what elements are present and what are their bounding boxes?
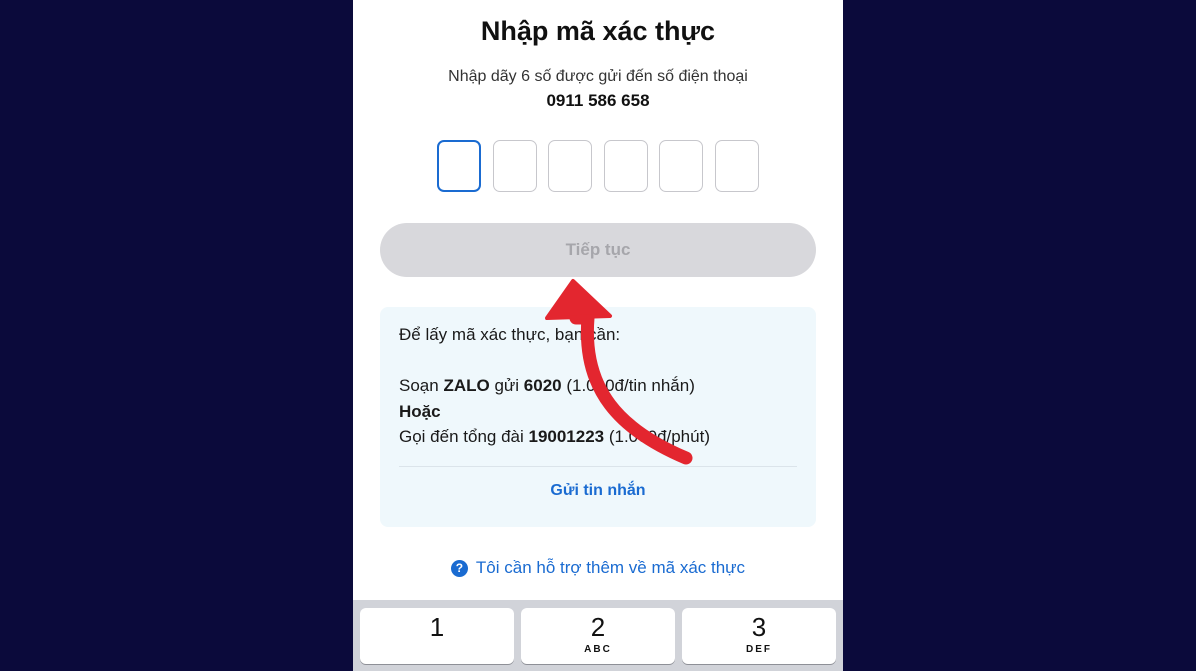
page-title: Nhập mã xác thực: [480, 16, 716, 46]
otp-input-group: [437, 140, 759, 196]
key-1[interactable]: 1: [360, 608, 514, 664]
key-3[interactable]: 3 DEF: [682, 608, 836, 664]
send-sms-link[interactable]: Gửi tin nhắn: [380, 482, 816, 500]
help-label: Tôi cần hỗ trợ thêm về mã xác thực: [475, 558, 746, 577]
call-number: 19001223: [528, 427, 605, 446]
info-call-line: Gọi đến tổng đài 19001223 (1.000đ/phút): [399, 427, 710, 447]
key-digit: 1: [429, 612, 445, 642]
info-intro: Để lấy mã xác thực, bạn cần:: [399, 325, 621, 344]
otp-digit-1[interactable]: [437, 140, 481, 192]
question-circle-icon: ?: [450, 559, 468, 577]
info-or: Hoặc: [399, 402, 441, 421]
otp-digit-2[interactable]: [492, 140, 537, 192]
key-digit: 2: [590, 612, 606, 642]
call-price: (1.000đ/phút): [604, 427, 710, 446]
sms-prefix: Soạn: [399, 376, 444, 395]
info-box: Để lấy mã xác thực, bạn cần: Soạn ZALO g…: [380, 307, 816, 527]
page-subtitle: Nhập dãy 6 số được gửi đến số điện thoại: [448, 68, 748, 85]
otp-digit-3[interactable]: [548, 140, 593, 192]
otp-digit-5[interactable]: [659, 140, 704, 192]
otp-digit-6[interactable]: [714, 140, 759, 192]
sms-keyword: ZALO: [443, 376, 490, 395]
call-prefix: Gọi đến tổng đài: [399, 427, 529, 446]
sms-mid: gửi: [489, 376, 524, 395]
info-sms-line: Soạn ZALO gửi 6020 (1.000đ/tin nhắn): [399, 376, 695, 396]
sms-number: 6020: [523, 376, 562, 395]
info-divider: [399, 466, 797, 467]
key-letters: ABC: [584, 644, 612, 655]
key-2[interactable]: 2 ABC: [521, 608, 675, 664]
sms-price: (1.000đ/tin nhắn): [561, 376, 695, 395]
key-letters: DEF: [746, 644, 772, 655]
continue-button[interactable]: Tiếp tục: [380, 223, 816, 277]
phone-number: 0911 586 658: [546, 91, 650, 110]
key-digit: 3: [751, 612, 767, 642]
help-link[interactable]: ? Tôi cần hỗ trợ thêm về mã xác thực: [353, 558, 843, 578]
numeric-keyboard: 1 2 ABC 3 DEF: [353, 600, 843, 671]
otp-digit-4[interactable]: [603, 140, 648, 192]
phone-screen: Nhập mã xác thực Nhập dãy 6 số được gửi …: [353, 0, 843, 671]
